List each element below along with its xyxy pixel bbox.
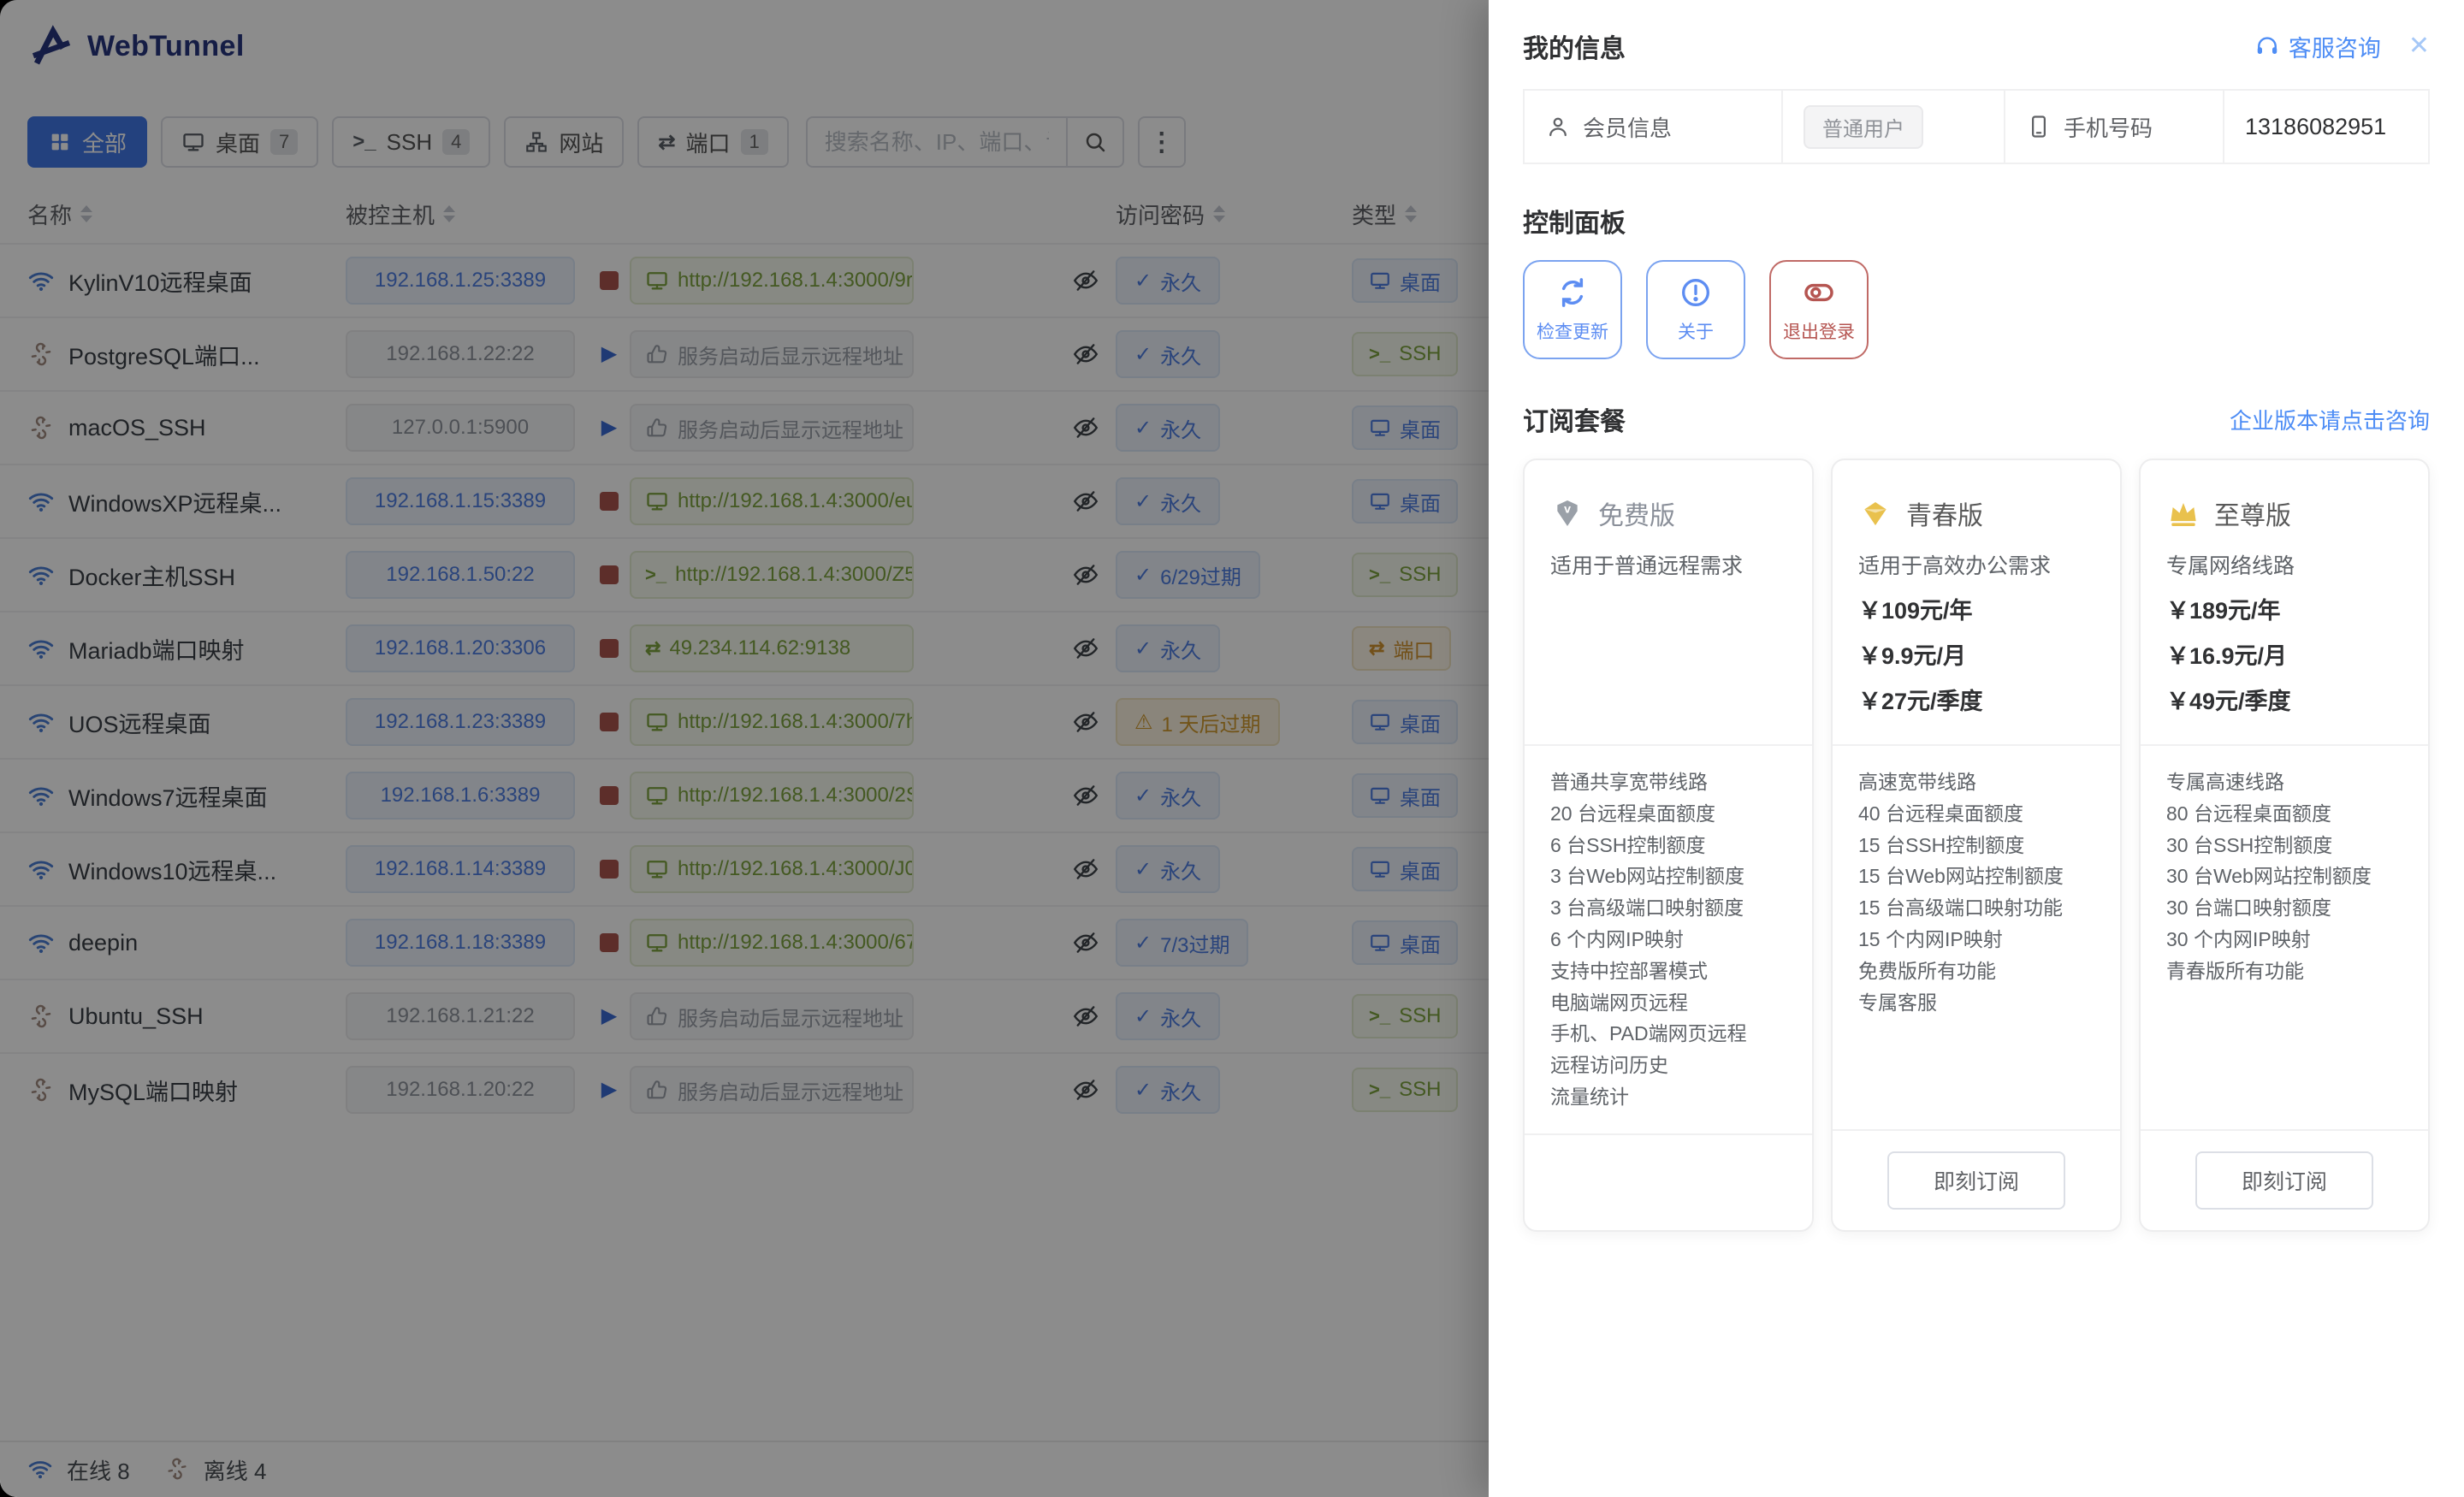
plan-card: 青春版适用于高效办公需求￥109元/年￥9.9元/月￥27元/季度高速宽带线路4… xyxy=(1831,459,2122,1232)
phone-icon xyxy=(2026,114,2052,139)
feature-item: 普通共享宽带线路 xyxy=(1550,766,1786,798)
plan-card: 至尊版专属网络线路￥189元/年￥16.9元/月￥49元/季度专属高速线路80 … xyxy=(2139,459,2430,1232)
feature-item: 3 台Web网站控制额度 xyxy=(1550,861,1786,892)
info-circle-icon xyxy=(1679,275,1713,310)
plan-card: v免费版适用于普通远程需求普通共享宽带线路20 台远程桌面额度6 台SSH控制额… xyxy=(1523,459,1814,1232)
plan-cards: v免费版适用于普通远程需求普通共享宽带线路20 台远程桌面额度6 台SSH控制额… xyxy=(1523,459,2430,1232)
close-icon[interactable]: ✕ xyxy=(2408,33,2430,59)
feature-item: 20 台远程桌面额度 xyxy=(1550,798,1786,830)
plan-name: 青春版 xyxy=(1906,494,1983,532)
feature-item: 专属客服 xyxy=(1858,987,2094,1019)
control-buttons: 检查更新关于退出登录 xyxy=(1523,260,2430,359)
plan-tagline: 适用于高效办公需求 xyxy=(1858,549,2094,580)
feature-item: 电脑端网页远程 xyxy=(1550,987,1786,1019)
plan-price: ￥189元/年 xyxy=(2166,592,2402,625)
logout-icon xyxy=(1802,275,1836,310)
plan-price: ￥49元/季度 xyxy=(2166,683,2402,716)
feature-item: 80 台远程桌面额度 xyxy=(2166,798,2402,830)
feature-item: 支持中控部署模式 xyxy=(1550,956,1786,987)
phone-label-cell: 手机号码 xyxy=(2004,91,2223,163)
feature-item: 高速宽带线路 xyxy=(1858,766,2094,798)
member-level-badge: 普通用户 xyxy=(1804,105,1923,149)
gem-yellow-icon xyxy=(1858,496,1892,530)
feature-item: 40 台远程桌面额度 xyxy=(1858,798,2094,830)
account-panel: 我的信息 客服咨询 ✕ 会员信息 普通用户 手机号码 13186082951 控… xyxy=(1489,0,2464,1497)
panel-title: 我的信息 xyxy=(1523,27,1626,65)
phone-value-cell: 13186082951 xyxy=(2223,91,2428,163)
feature-item: 3 台高级端口映射额度 xyxy=(1550,892,1786,924)
subscribe-button[interactable]: 即刻订阅 xyxy=(1887,1151,2065,1210)
member-level-cell: 普通用户 xyxy=(1781,91,2004,163)
feature-item: 专属高速线路 xyxy=(2166,766,2402,798)
member-label-cell: 会员信息 xyxy=(1525,91,1781,163)
phone-number: 13186082951 xyxy=(2245,114,2386,140)
plan-name: 免费版 xyxy=(1598,494,1675,532)
feature-item: 6 台SSH控制额度 xyxy=(1550,830,1786,861)
feature-item: 15 个内网IP映射 xyxy=(1858,924,2094,956)
feature-item: 远程访问历史 xyxy=(1550,1050,1786,1081)
feature-item: 30 台Web网站控制额度 xyxy=(2166,861,2402,892)
feature-item: 15 台SSH控制额度 xyxy=(1858,830,2094,861)
member-info-box: 会员信息 普通用户 手机号码 13186082951 xyxy=(1523,89,2430,164)
feature-item: 6 个内网IP映射 xyxy=(1550,924,1786,956)
person-icon xyxy=(1545,114,1571,139)
shield-gray-icon: v xyxy=(1550,496,1584,530)
plan-price: ￥9.9元/月 xyxy=(1858,637,2094,671)
feature-item: 15 台Web网站控制额度 xyxy=(1858,861,2094,892)
plan-price: ￥27元/季度 xyxy=(1858,683,2094,716)
feature-item: 流量统计 xyxy=(1550,1081,1786,1113)
panel-header: 我的信息 客服咨询 ✕ xyxy=(1523,27,2430,65)
control-panel-title: 控制面板 xyxy=(1523,202,2430,240)
plan-features: 专属高速线路80 台远程桌面额度30 台SSH控制额度30 台Web网站控制额度… xyxy=(2141,746,2428,1129)
headset-icon xyxy=(2254,33,2280,59)
check-update-button[interactable]: 检查更新 xyxy=(1523,260,1622,359)
svg-text:v: v xyxy=(1564,503,1571,517)
logout-button[interactable]: 退出登录 xyxy=(1769,260,1869,359)
plan-features: 高速宽带线路40 台远程桌面额度15 台SSH控制额度15 台Web网站控制额度… xyxy=(1833,746,2120,1129)
screen: WebTunnel 全部桌面7>_SSH4网站⇄端口1 ⋮ 名称 被控主机 访问… xyxy=(0,0,2464,1497)
plans-title: 订阅套餐 xyxy=(1523,400,1626,438)
subscribe-button[interactable]: 即刻订阅 xyxy=(2195,1151,2373,1210)
plan-tagline: 专属网络线路 xyxy=(2166,549,2402,580)
plan-price: ￥109元/年 xyxy=(1858,592,2094,625)
feature-item: 手机、PAD端网页远程 xyxy=(1550,1018,1786,1050)
feature-item: 青春版所有功能 xyxy=(2166,956,2402,987)
plan-tagline: 适用于普通远程需求 xyxy=(1550,549,1786,580)
plan-features: 普通共享宽带线路20 台远程桌面额度6 台SSH控制额度3 台Web网站控制额度… xyxy=(1525,746,1812,1133)
enterprise-link[interactable]: 企业版本请点击咨询 xyxy=(2230,404,2430,435)
feature-item: 免费版所有功能 xyxy=(1858,956,2094,987)
sync-icon xyxy=(1555,275,1590,310)
plan-price: ￥16.9元/月 xyxy=(2166,637,2402,671)
about-button[interactable]: 关于 xyxy=(1646,260,1745,359)
feature-item: 30 台端口映射额度 xyxy=(2166,892,2402,924)
feature-item: 30 台SSH控制额度 xyxy=(2166,830,2402,861)
crown-icon xyxy=(2166,496,2200,530)
feature-item: 30 个内网IP映射 xyxy=(2166,924,2402,956)
support-link[interactable]: 客服咨询 xyxy=(2254,30,2381,63)
feature-item: 15 台高级端口映射功能 xyxy=(1858,892,2094,924)
plan-name: 至尊版 xyxy=(2214,494,2291,532)
